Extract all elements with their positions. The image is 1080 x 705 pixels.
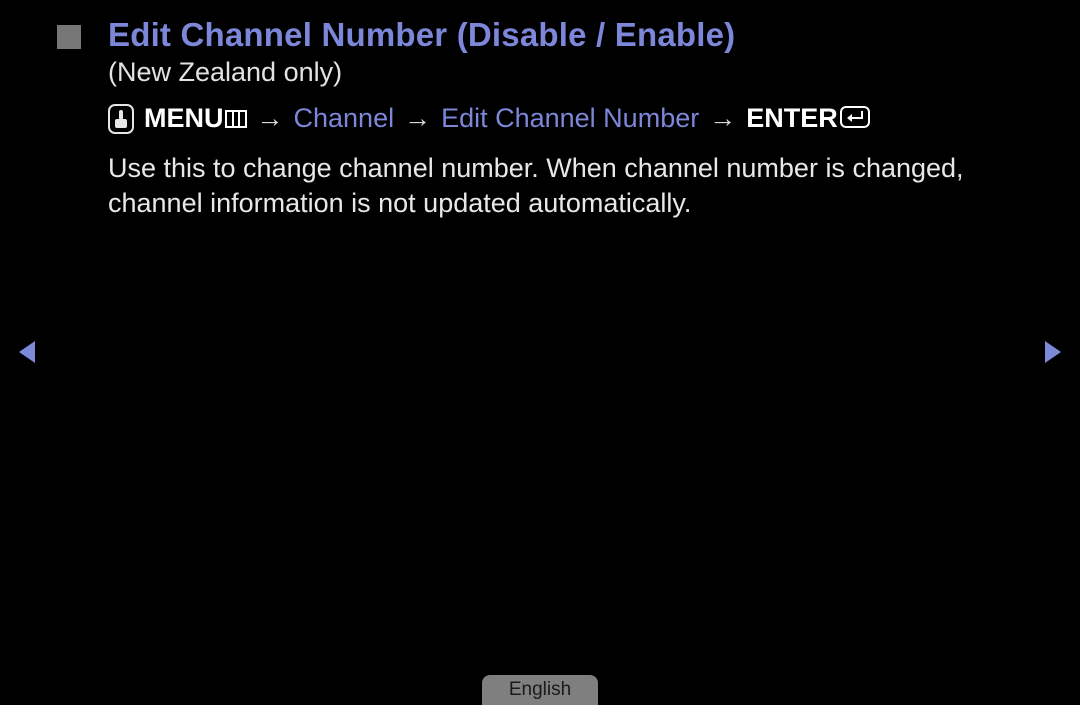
prev-page-button[interactable] — [19, 341, 35, 363]
language-button[interactable]: English — [482, 675, 598, 705]
menu-path: MENU → Channel → Edit Channel Number → E… — [108, 103, 870, 134]
page-body-text: Use this to change channel number. When … — [108, 151, 1018, 221]
manual-page: Edit Channel Number (Disable / Enable) (… — [0, 0, 1080, 705]
menu-path-edit: Edit Channel Number — [441, 103, 699, 134]
arrow-icon: → — [404, 103, 431, 134]
arrow-icon: → — [257, 103, 284, 134]
page-title: Edit Channel Number (Disable / Enable) — [108, 16, 735, 54]
section-bullet-icon — [57, 25, 81, 49]
menu-path-channel: Channel — [294, 103, 395, 134]
page-subtitle: (New Zealand only) — [108, 57, 342, 88]
enter-key-icon — [840, 106, 870, 128]
next-page-button[interactable] — [1045, 341, 1061, 363]
arrow-icon: → — [709, 103, 736, 134]
menu-path-menu: MENU — [144, 103, 224, 133]
remote-button-icon — [108, 104, 134, 134]
menu-path-enter: ENTER — [746, 103, 838, 133]
menu-grid-icon — [225, 110, 247, 128]
